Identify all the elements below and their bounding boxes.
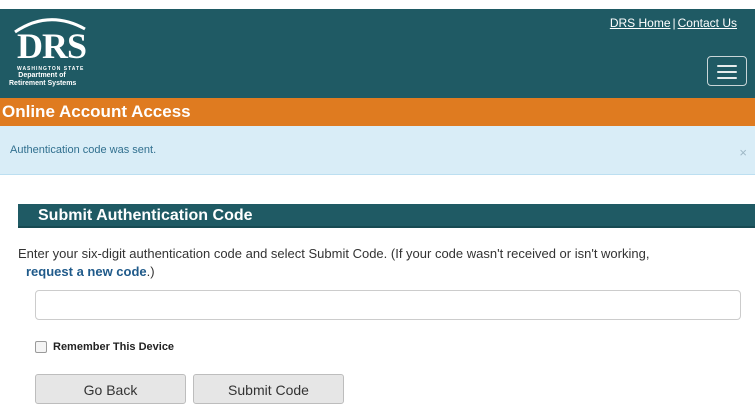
top-links: DRS Home | Contact Us bbox=[610, 16, 737, 30]
instructions-part2: .) bbox=[146, 264, 155, 279]
hamburger-menu-icon bbox=[717, 71, 737, 73]
logo-dept-line1: Department of bbox=[18, 72, 66, 79]
instructions-text: Enter your six-digit authentication code… bbox=[18, 245, 748, 281]
link-separator: | bbox=[672, 16, 676, 30]
drs-logo[interactable]: DRS WASHINGTON STATE Department of Retir… bbox=[9, 15, 99, 95]
section-heading: Submit Authentication Code bbox=[38, 207, 253, 224]
instructions-part1: Enter your six-digit authentication code… bbox=[18, 246, 650, 261]
page-title-bar: Online Account Access bbox=[0, 98, 755, 126]
remember-device-label: Remember This Device bbox=[53, 341, 175, 353]
page-title: Online Account Access bbox=[2, 102, 191, 121]
close-icon[interactable]: × bbox=[739, 126, 747, 180]
authentication-code-input[interactable] bbox=[35, 290, 741, 320]
drs-home-link[interactable]: DRS Home bbox=[610, 16, 671, 30]
logo-department: Department of Retirement Systems bbox=[9, 72, 77, 88]
remember-device-option[interactable]: Remember This Device bbox=[35, 341, 174, 353]
logo-dept-line2: Retirement Systems bbox=[9, 80, 77, 87]
site-header: DRS WASHINGTON STATE Department of Retir… bbox=[0, 9, 755, 98]
submit-code-button[interactable]: Submit Code bbox=[193, 374, 344, 404]
remember-device-checkbox[interactable] bbox=[35, 341, 47, 353]
hamburger-menu-icon bbox=[717, 77, 737, 79]
hamburger-menu-icon bbox=[717, 65, 737, 67]
section-header: Submit Authentication Code bbox=[18, 204, 755, 228]
info-alert: Authentication code was sent. × bbox=[0, 126, 755, 175]
logo-wordmark: DRS bbox=[17, 26, 87, 66]
go-back-button[interactable]: Go Back bbox=[35, 374, 186, 404]
request-new-code-link[interactable]: request a new code bbox=[26, 264, 147, 279]
alert-message: Authentication code was sent. bbox=[10, 144, 157, 156]
hamburger-menu-button[interactable] bbox=[707, 56, 747, 86]
contact-us-link[interactable]: Contact Us bbox=[678, 16, 737, 30]
